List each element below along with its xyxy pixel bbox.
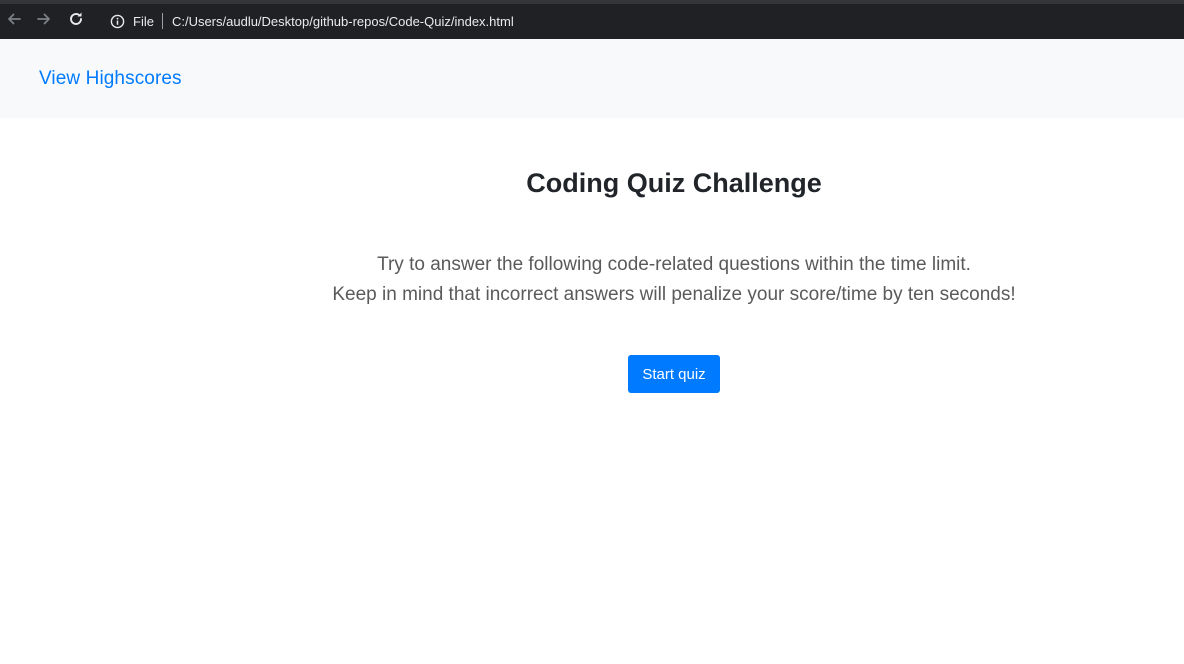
back-button[interactable] (0, 5, 28, 33)
page-title: Coding Quiz Challenge (526, 168, 822, 198)
browser-toolbar: File C:/Users/audlu/Desktop/github-repos… (0, 0, 1184, 39)
url-text[interactable]: C:/Users/audlu/Desktop/github-repos/Code… (172, 14, 514, 29)
start-quiz-button[interactable]: Start quiz (628, 355, 720, 393)
info-icon[interactable] (109, 13, 125, 29)
omnibox-divider (161, 13, 163, 29)
reload-icon (67, 10, 85, 28)
reload-button[interactable] (62, 5, 90, 33)
intro-line-1: Try to answer the following code-related… (377, 254, 971, 275)
forward-arrow-icon (35, 10, 53, 28)
intro-text: Try to answer the following code-related… (0, 250, 1184, 310)
back-arrow-icon (5, 10, 23, 28)
page-navbar: View Highscores (0, 39, 1184, 118)
scheme-label: File (133, 13, 154, 29)
main-content: Coding Quiz Challenge Try to answer the … (0, 118, 1184, 664)
forward-button[interactable] (30, 5, 58, 33)
view-highscores-link[interactable]: View Highscores (39, 68, 182, 90)
intro-line-2: Keep in mind that incorrect answers will… (332, 284, 1016, 305)
address-bar[interactable]: File C:/Users/audlu/Desktop/github-repos… (99, 7, 1184, 35)
